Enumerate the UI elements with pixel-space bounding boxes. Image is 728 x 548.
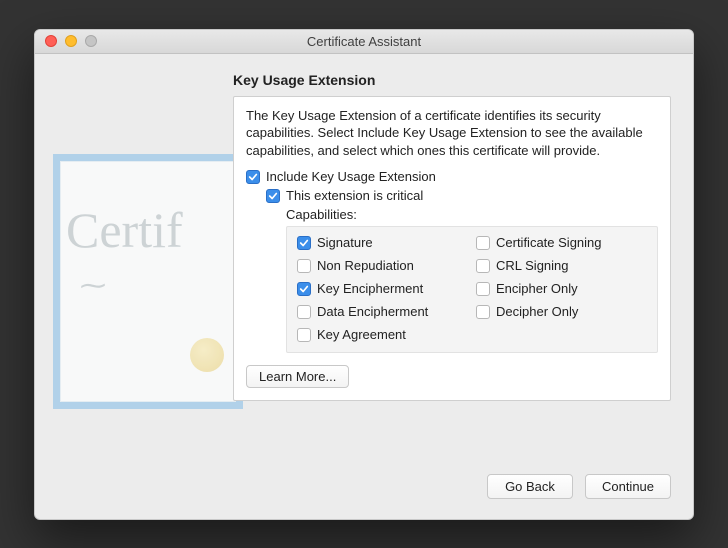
content-area: Certif ⁓ Key Usage Extension The Key Usa… (35, 54, 693, 474)
capability-crl-signing[interactable]: CRL Signing (476, 258, 647, 273)
certificate-illustration: Certif ⁓ (53, 154, 243, 409)
zoom-icon (85, 35, 97, 47)
close-icon[interactable] (45, 35, 57, 47)
capability-non-repudiation[interactable]: Non Repudiation (297, 258, 468, 273)
learn-more-button[interactable]: Learn More... (246, 365, 349, 388)
capability-signature[interactable]: Signature (297, 235, 468, 250)
include-kue-checkbox[interactable] (246, 170, 260, 184)
non-repudiation-checkbox[interactable] (297, 259, 311, 273)
capability-decipher-only[interactable]: Decipher Only (476, 304, 647, 319)
capability-encipher-only[interactable]: Encipher Only (476, 281, 647, 296)
crl-signing-checkbox[interactable] (476, 259, 490, 273)
window-controls (35, 35, 97, 47)
include-kue-label: Include Key Usage Extension (266, 169, 436, 184)
capabilities-label: Capabilities: (286, 207, 658, 222)
capabilities-box: Signature Certificate Signing Non Repudi… (286, 226, 658, 353)
footer: Go Back Continue (35, 474, 693, 519)
data-encipherment-checkbox[interactable] (297, 305, 311, 319)
capability-cert-signing[interactable]: Certificate Signing (476, 235, 647, 250)
key-encipherment-checkbox[interactable] (297, 282, 311, 296)
capability-key-agreement[interactable]: Key Agreement (297, 327, 468, 342)
key-agreement-checkbox[interactable] (297, 328, 311, 342)
capability-key-encipherment[interactable]: Key Encipherment (297, 281, 468, 296)
cert-signing-checkbox[interactable] (476, 236, 490, 250)
page-heading: Key Usage Extension (233, 72, 671, 88)
encipher-only-checkbox[interactable] (476, 282, 490, 296)
critical-row[interactable]: This extension is critical (266, 188, 658, 203)
go-back-button[interactable]: Go Back (487, 474, 573, 499)
critical-label: This extension is critical (286, 188, 423, 203)
assistant-window: Certificate Assistant Certif ⁓ Key Usage… (34, 29, 694, 520)
include-kue-row[interactable]: Include Key Usage Extension (246, 169, 658, 184)
decipher-only-checkbox[interactable] (476, 305, 490, 319)
description-text: The Key Usage Extension of a certificate… (246, 107, 658, 160)
critical-checkbox[interactable] (266, 189, 280, 203)
signature-checkbox[interactable] (297, 236, 311, 250)
minimize-icon[interactable] (65, 35, 77, 47)
window-title: Certificate Assistant (35, 34, 693, 49)
form-frame: The Key Usage Extension of a certificate… (233, 96, 671, 402)
continue-button[interactable]: Continue (585, 474, 671, 499)
titlebar: Certificate Assistant (35, 30, 693, 54)
capability-data-encipherment[interactable]: Data Encipherment (297, 304, 468, 319)
seal-icon (190, 338, 224, 372)
